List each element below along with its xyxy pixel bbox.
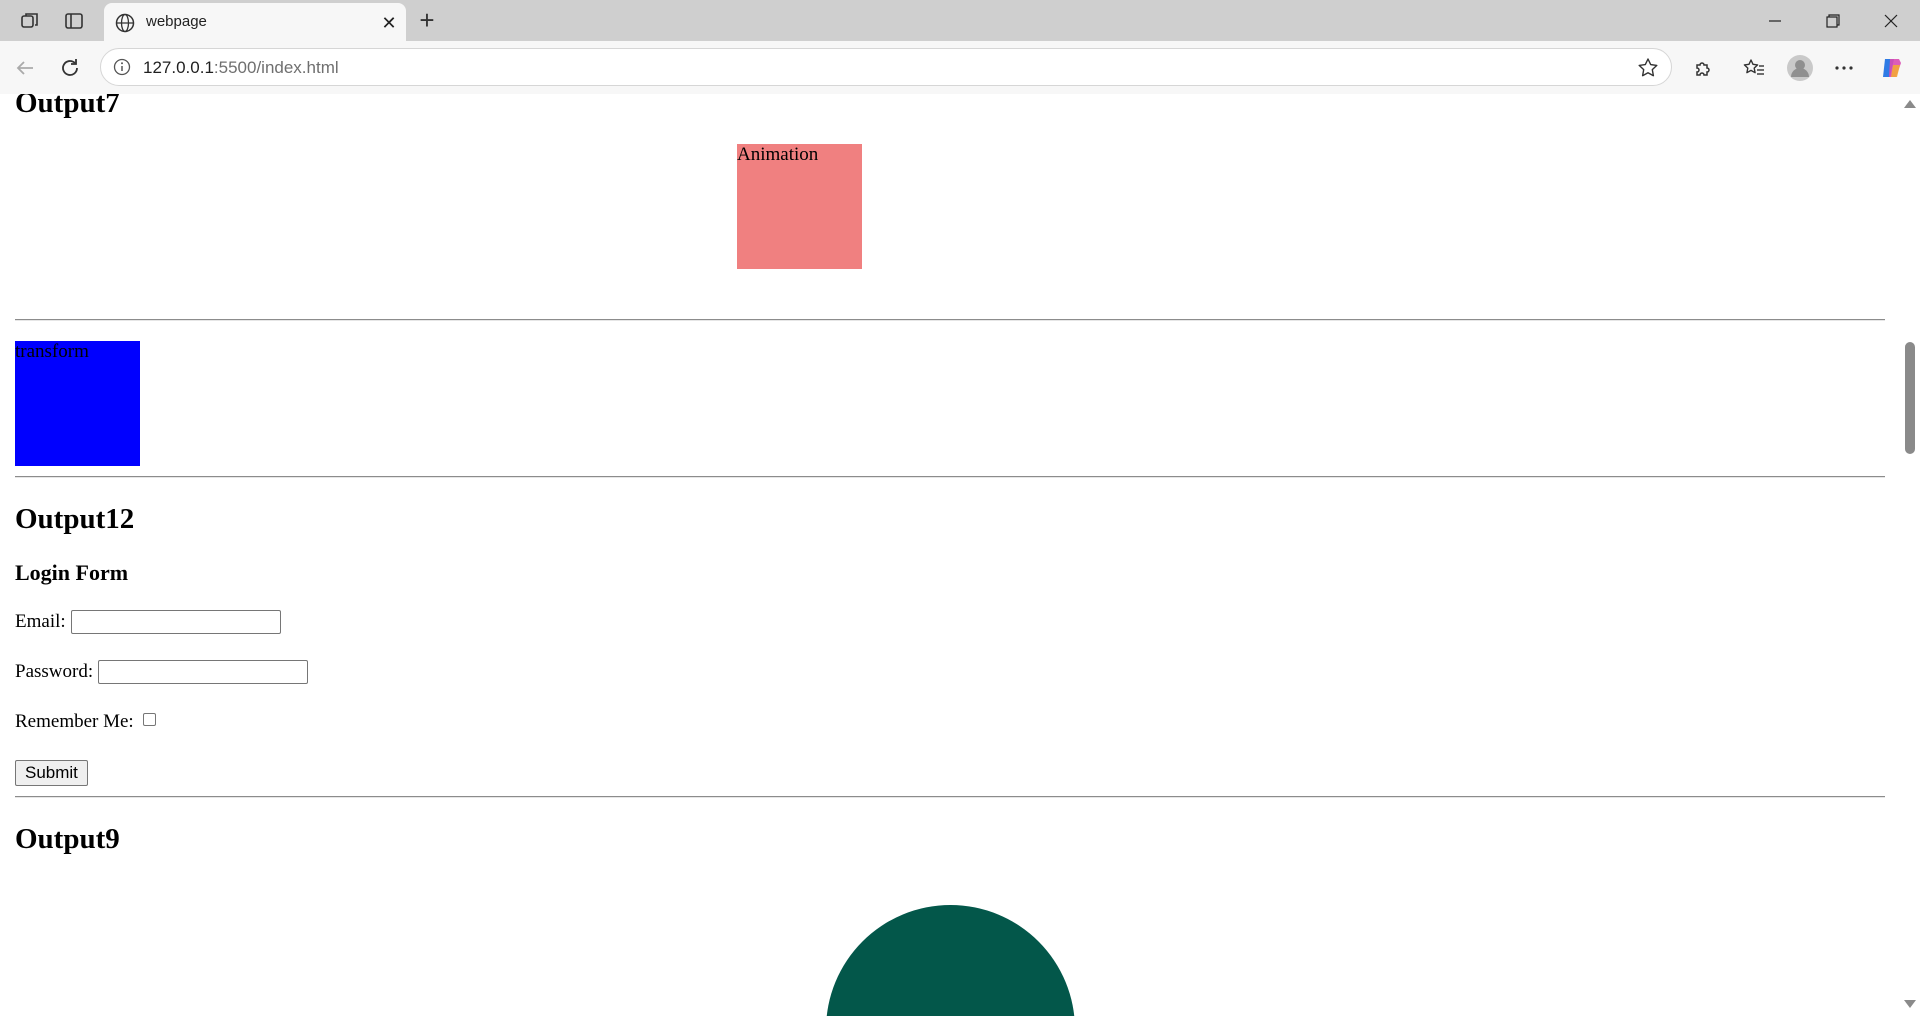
scroll-up-arrow-icon[interactable] [1904,100,1916,108]
tab-actions-icon[interactable] [62,9,86,33]
semicircle-shape [826,905,1075,1016]
tab-active[interactable]: webpage ✕ [104,3,406,41]
animation-label: Animation [737,144,819,165]
divider [15,476,1885,478]
workspaces-icon[interactable] [18,9,42,33]
globe-icon [114,12,136,34]
transform-box: transform [15,341,140,466]
url-path: :5500/index.html [213,58,339,77]
extensions-icon[interactable] [1689,54,1717,82]
page-scrollbar[interactable] [1900,94,1920,1016]
close-tab-icon[interactable]: ✕ [378,12,400,34]
password-label: Password: [15,661,94,682]
favorites-icon[interactable] [1740,54,1768,82]
info-icon[interactable] [113,58,131,76]
divider [15,796,1885,798]
divider [15,319,1885,321]
copilot-icon[interactable] [1878,54,1906,82]
scrollbar-thumb[interactable] [1905,342,1915,454]
url-text[interactable]: 127.0.0.1:5500/index.html [143,58,339,78]
remember-me-checkbox[interactable] [142,712,156,726]
animation-box: Animation [737,144,862,269]
close-window-button[interactable] [1862,0,1920,41]
password-row: Password: [15,660,309,684]
url-host: 127.0.0.1 [143,58,214,77]
remember-me-label: Remember Me: [15,711,134,732]
email-row: Email: [15,610,281,634]
email-label: Email: [15,611,66,632]
new-tab-button[interactable]: + [414,7,440,34]
remember-row: Remember Me: [15,711,156,733]
restore-button[interactable] [1804,0,1862,41]
password-field[interactable] [98,660,309,684]
login-form-heading: Login Form [15,560,129,585]
output9-heading: Output9 [15,823,120,855]
tab-title: webpage [146,13,207,30]
more-menu-icon[interactable] [1830,54,1858,82]
transform-label: transform [15,341,89,362]
address-bar[interactable]: 127.0.0.1:5500/index.html [100,48,1672,86]
output12-heading: Output12 [15,503,135,535]
output7-heading: Output7 [15,94,120,119]
submit-button[interactable]: Submit [15,760,88,786]
page-content: Output7 Animation transform Output12 Log… [0,94,1900,1016]
back-arrow-icon[interactable] [10,53,40,83]
browser-toolbar: 127.0.0.1:5500/index.html [0,41,1920,94]
email-field[interactable] [70,610,281,634]
profile-avatar-icon[interactable] [1786,54,1814,82]
minimize-button[interactable] [1746,0,1804,41]
favorite-star-icon[interactable] [1637,57,1659,79]
tab-strip: webpage ✕ + [0,0,1920,41]
refresh-icon[interactable] [55,53,85,83]
scroll-down-arrow-icon[interactable] [1904,1000,1916,1008]
